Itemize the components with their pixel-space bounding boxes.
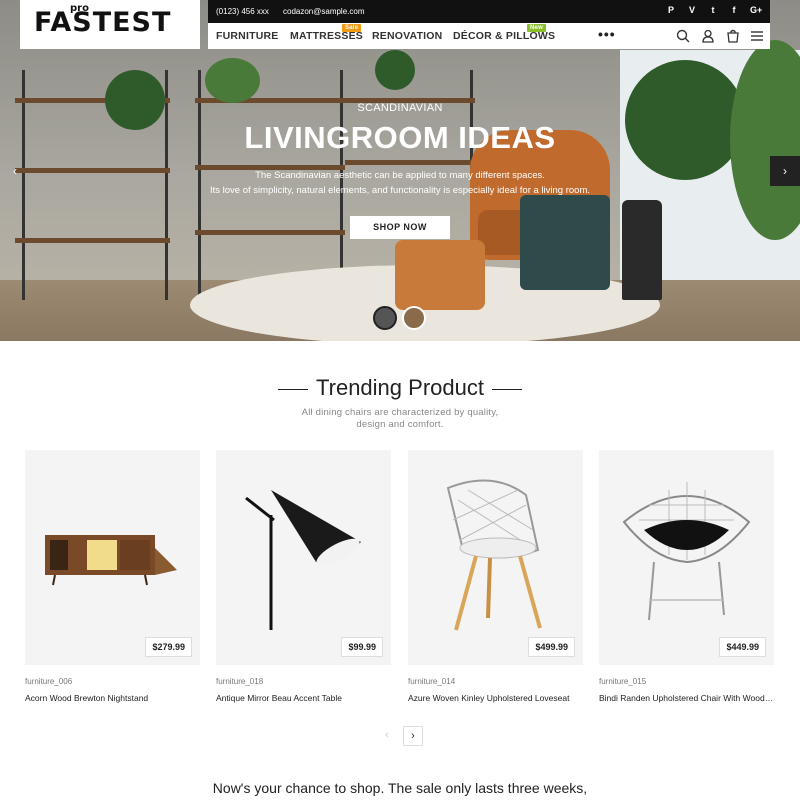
hero-kicker: SCANDINAVIAN <box>357 102 443 114</box>
logo-area: pro FASTEST <box>20 0 200 49</box>
logo-super: pro <box>70 3 89 14</box>
product-price: $279.99 <box>145 637 192 657</box>
cart-icon[interactable] <box>726 29 740 43</box>
promo-text: Now's your chance to shop. The sale only… <box>212 780 588 796</box>
social-links: P V t f G+ <box>666 5 762 15</box>
new-badge: New <box>527 24 546 32</box>
hamburger-menu-icon[interactable] <box>750 29 764 43</box>
product-sku: furniture_006 <box>25 677 73 686</box>
product-sku: furniture_015 <box>599 677 647 686</box>
search-icon[interactable] <box>676 29 690 43</box>
logo[interactable]: pro FASTEST <box>34 3 172 38</box>
wire-chair-image <box>446 479 542 631</box>
slider-dot-1[interactable] <box>373 306 397 330</box>
side-table <box>622 200 662 300</box>
title-divider <box>278 388 309 390</box>
product-card[interactable]: $499.99 furniture_014 Azure Woven Kinley… <box>408 450 583 703</box>
google-plus-icon[interactable]: G+ <box>750 5 762 15</box>
title-divider <box>491 388 522 390</box>
product-image[interactable]: $279.99 <box>25 450 200 665</box>
plant <box>375 50 415 90</box>
product-name[interactable]: Azure Woven Kinley Upholstered Loveseat <box>408 693 583 703</box>
product-price: $99.99 <box>341 637 383 657</box>
hero-desc-line: The Scandinavian aesthetic can be applie… <box>255 170 545 181</box>
nav-item-decor-pillows[interactable]: DÉCOR & PILLOWS New <box>453 24 555 42</box>
twitter-icon[interactable]: t <box>708 5 718 15</box>
main-nav: FURNITURE MATTRESSES Sale RENOVATION DÉC… <box>208 23 770 49</box>
vimeo-icon[interactable]: V <box>687 5 697 15</box>
blanket <box>520 195 610 290</box>
carousel-next-button[interactable]: › <box>403 726 423 746</box>
product-price: $499.99 <box>528 637 575 657</box>
carousel-prev-button[interactable]: ‹ <box>377 726 397 746</box>
plant <box>205 58 260 103</box>
nav-item-renovation[interactable]: RENOVATION <box>372 30 442 42</box>
product-name[interactable]: Acorn Wood Brewton Nightstand <box>25 693 200 703</box>
diamond-chair-image <box>622 482 751 621</box>
product-card[interactable]: $449.99 furniture_015 Bindi Randen Uphol… <box>599 450 774 703</box>
hero-description: The Scandinavian aesthetic can be applie… <box>0 168 800 198</box>
facebook-icon[interactable]: f <box>729 5 739 15</box>
shop-now-button[interactable]: SHOP NOW <box>350 216 450 239</box>
section-subtitle: All dining chairs are characterized by q… <box>0 407 800 431</box>
product-name[interactable]: Antique Mirror Beau Accent Table <box>216 693 391 703</box>
lamp-image <box>245 490 361 630</box>
product-card[interactable]: $279.99 furniture_006 Acorn Wood Brewton… <box>25 450 200 703</box>
section-title: Trending Product <box>0 375 800 401</box>
product-name[interactable]: Bindi Randen Upholstered Chair With Wood… <box>599 693 774 703</box>
shelf-board <box>345 160 475 165</box>
product-price: $449.99 <box>719 637 766 657</box>
product-card[interactable]: $99.99 furniture_018 Antique Mirror Beau… <box>216 450 391 703</box>
contact-phone[interactable]: (0123) 456 xxx <box>216 7 269 16</box>
user-icon[interactable] <box>701 29 715 43</box>
subtitle-line: design and comfort. <box>356 419 444 430</box>
product-sku: furniture_018 <box>216 677 264 686</box>
slider-dot-2[interactable] <box>402 306 426 330</box>
contact-email[interactable]: codazon@sample.com <box>283 7 365 16</box>
product-image[interactable]: $499.99 <box>408 450 583 665</box>
more-menu-icon[interactable]: ••• <box>598 26 616 42</box>
shelf-board <box>195 230 345 235</box>
sideboard-image <box>45 535 177 586</box>
section-title-text: Trending Product <box>316 375 484 400</box>
logo-text: FASTEST <box>34 7 172 38</box>
slider-next-arrow[interactable]: › <box>770 156 800 186</box>
sale-badge: Sale <box>342 24 362 32</box>
slider-prev-arrow[interactable]: ‹ <box>0 156 30 186</box>
hero-title: LIVINGROOM IDEAS <box>244 120 556 155</box>
pinterest-icon[interactable]: P <box>666 5 676 15</box>
ottoman <box>395 240 485 310</box>
subtitle-line: All dining chairs are characterized by q… <box>301 407 499 418</box>
product-image[interactable]: $99.99 <box>216 450 391 665</box>
product-sku: furniture_014 <box>408 677 456 686</box>
product-image[interactable]: $449.99 <box>599 450 774 665</box>
nav-item-mattresses[interactable]: MATTRESSES Sale <box>290 24 363 42</box>
nav-item-furniture[interactable]: FURNITURE <box>216 30 278 42</box>
shelf-board <box>15 238 170 243</box>
top-bar: (0123) 456 xxx codazon@sample.com P V t … <box>208 0 770 23</box>
hero-desc-line: Its love of simplicity, natural elements… <box>210 185 590 196</box>
